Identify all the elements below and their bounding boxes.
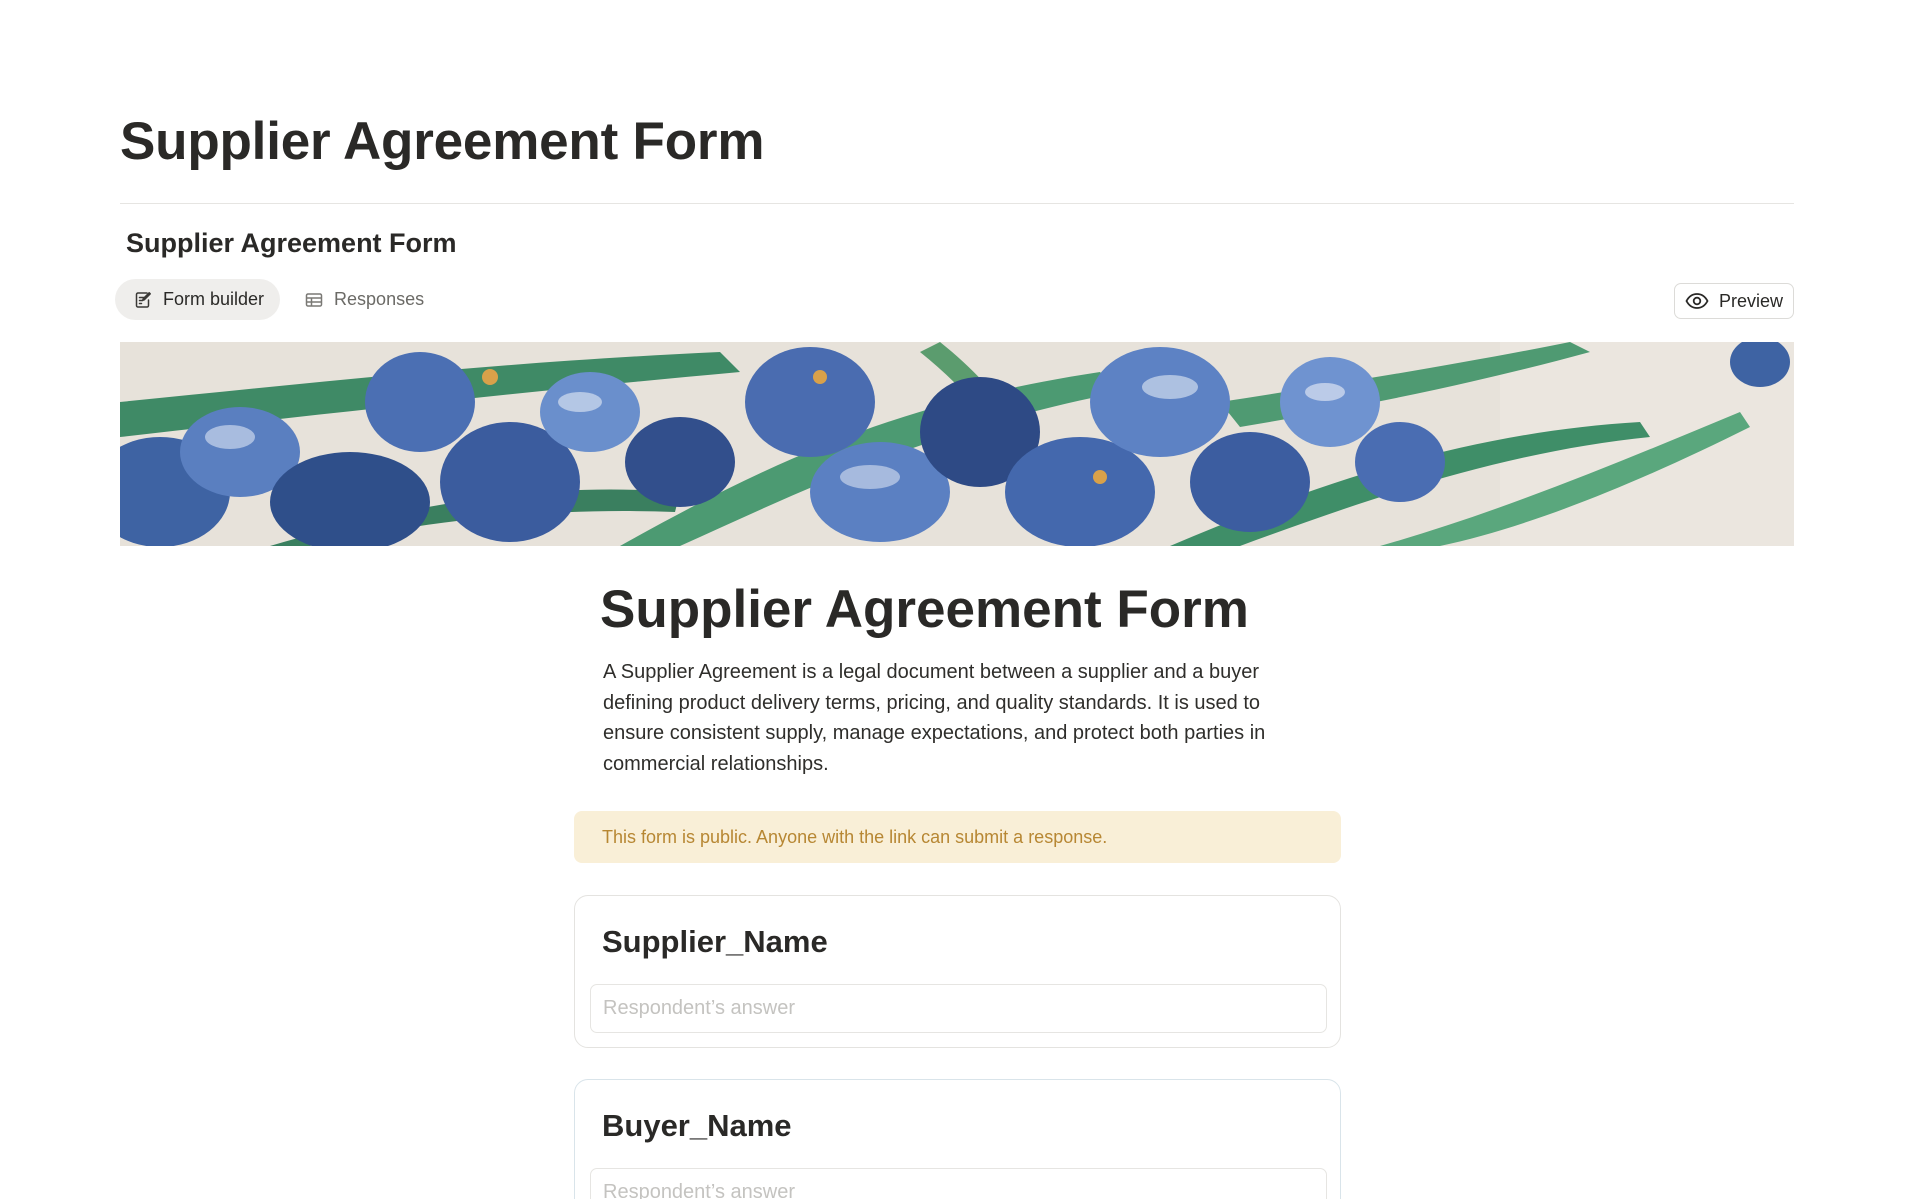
title-divider [120,203,1794,204]
answer-input[interactable] [590,1168,1327,1199]
preview-label: Preview [1718,290,1784,311]
tab-form-builder[interactable]: Form builder [115,279,281,320]
form-edit-icon [135,291,151,308]
eye-icon [1685,293,1709,309]
tab-responses[interactable]: Responses [286,279,440,320]
question-label[interactable]: Buyer_Name [602,1106,792,1146]
cover-image [120,342,1794,546]
page-title: Supplier Agreement Form [120,112,765,171]
question-card-supplier-name[interactable]: Supplier_Name [574,895,1341,1048]
public-form-notice-text: This form is public. Anyone with the lin… [602,826,1108,847]
form-description[interactable]: A Supplier Agreement is a legal document… [603,657,1303,779]
answer-input[interactable] [590,984,1327,1033]
public-form-notice: This form is public. Anyone with the lin… [574,811,1341,863]
preview-button[interactable]: Preview [1674,283,1794,319]
tab-form-builder-label: Form builder [163,289,265,309]
form-title[interactable]: Supplier Agreement Form [600,577,1249,643]
database-title[interactable]: Supplier Agreement Form [126,226,457,260]
question-card-buyer-name[interactable]: Buyer_Name [574,1079,1341,1199]
question-label[interactable]: Supplier_Name [602,922,828,962]
tab-responses-label: Responses [334,289,425,309]
table-icon [305,292,323,307]
view-tabs: Form builder Responses [115,279,440,320]
